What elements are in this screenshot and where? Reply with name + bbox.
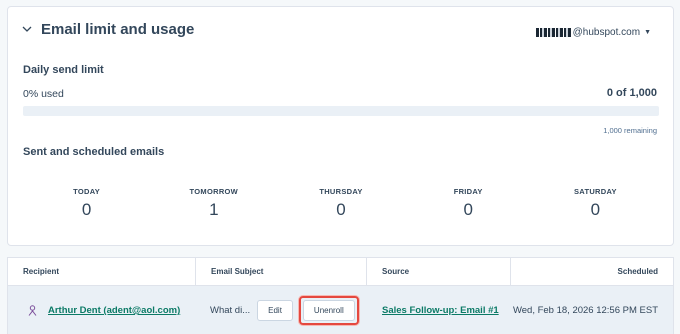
person-icon bbox=[28, 305, 38, 317]
scheduled-emails-table: Recipient Email Subject Source Scheduled… bbox=[7, 257, 674, 334]
unenroll-button[interactable]: Unenroll bbox=[302, 300, 355, 321]
edit-button[interactable]: Edit bbox=[257, 300, 293, 321]
header-email-subject[interactable]: Email Subject bbox=[211, 258, 263, 286]
redacted-email-prefix bbox=[535, 28, 572, 37]
day-value: 0 bbox=[590, 200, 601, 219]
account-email-suffix: @hubspot.com bbox=[572, 27, 641, 38]
scheduled-time: Wed, Feb 18, 2026 12:56 PM EST bbox=[512, 305, 658, 316]
sent-scheduled-title: Sent and scheduled emails bbox=[23, 146, 165, 158]
caret-down-icon: ▼ bbox=[644, 29, 651, 36]
day-value: 0 bbox=[81, 200, 92, 219]
used-percentage: 0% used bbox=[23, 88, 64, 100]
daily-send-limit-title: Daily send limit bbox=[23, 64, 104, 76]
unenroll-highlight: Unenroll bbox=[298, 296, 359, 325]
email-subject: What di... bbox=[210, 305, 251, 316]
day-value: 0 bbox=[463, 200, 473, 219]
table-header: Recipient Email Subject Source Scheduled bbox=[8, 258, 673, 286]
column-divider bbox=[366, 258, 367, 286]
day-saturday: SATURDAY 0 bbox=[532, 187, 659, 220]
recipient-link[interactable]: Arthur Dent (adent@aol.com) bbox=[48, 305, 180, 316]
subject-cell: What di... Edit Unenroll bbox=[210, 286, 359, 334]
day-label: THURSDAY bbox=[319, 187, 363, 196]
chevron-down-icon[interactable] bbox=[21, 23, 33, 35]
scheduled-cell: Wed, Feb 18, 2026 12:56 PM EST bbox=[513, 286, 658, 334]
day-label: TOMORROW bbox=[189, 187, 239, 196]
column-divider bbox=[195, 258, 196, 286]
day-label: SATURDAY bbox=[574, 187, 617, 196]
header-source[interactable]: Source bbox=[382, 258, 409, 286]
day-value: 0 bbox=[336, 200, 346, 219]
day-friday: FRIDAY 0 bbox=[405, 187, 532, 220]
day-tomorrow: TOMORROW 1 bbox=[150, 187, 277, 220]
header-recipient[interactable]: Recipient bbox=[23, 258, 59, 286]
usage-progress-bar bbox=[23, 106, 659, 116]
day-value: 1 bbox=[209, 200, 219, 219]
email-usage-card: Email limit and usage @hubspot.com ▼ Dai… bbox=[7, 6, 674, 246]
daily-counts: TODAY 0 TOMORROW 1 THURSDAY 0 FRIDAY 0 S… bbox=[23, 187, 659, 220]
day-label: FRIDAY bbox=[453, 187, 483, 196]
header-scheduled[interactable]: Scheduled bbox=[618, 258, 658, 286]
account-selector[interactable]: @hubspot.com ▼ bbox=[535, 27, 651, 38]
remaining-count: 1,000 remaining bbox=[603, 126, 657, 135]
table-row: Arthur Dent (adent@aol.com) What di... E… bbox=[8, 286, 673, 334]
day-label: TODAY bbox=[73, 187, 101, 196]
day-today: TODAY 0 bbox=[23, 187, 150, 220]
card-header[interactable]: Email limit and usage @hubspot.com ▼ bbox=[8, 7, 673, 55]
recipient-cell: Arthur Dent (adent@aol.com) bbox=[28, 286, 180, 334]
source-cell: Sales Follow-up: Email #1 bbox=[382, 286, 499, 334]
card-title: Email limit and usage bbox=[41, 21, 195, 38]
column-divider bbox=[510, 258, 511, 286]
send-count: 0 of 1,000 bbox=[606, 87, 657, 99]
day-thursday: THURSDAY 0 bbox=[277, 187, 404, 220]
source-link[interactable]: Sales Follow-up: Email #1 bbox=[382, 305, 499, 316]
